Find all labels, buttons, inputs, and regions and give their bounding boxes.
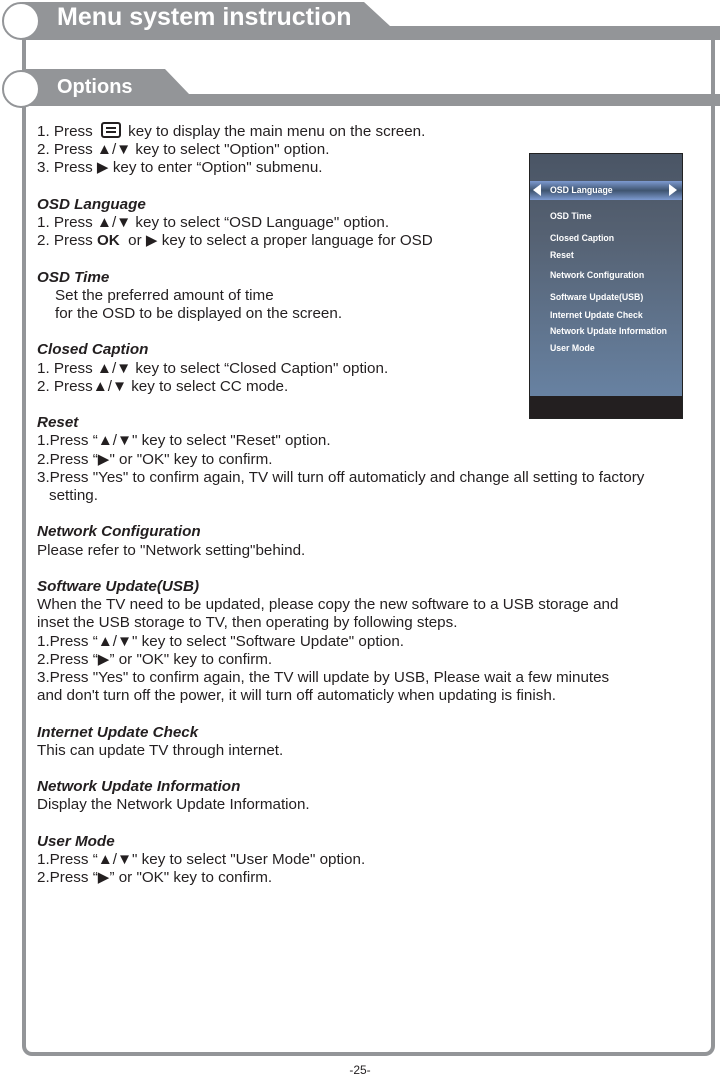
internet-update-check-text: This can update TV through internet. [37,741,284,759]
heading-internet-update-check: Internet Update Check [37,723,199,741]
reset-step-1: 1.Press “▲/▼" key to select "Reset" opti… [37,432,331,450]
left-arrow-icon [533,184,541,196]
reset-step-3: 3.Press "Yes" to confirm again, TV will … [37,468,645,486]
header-bullet-circle [2,2,40,40]
software-update-step-1: 1.Press “▲/▼" key to select "Software Up… [37,632,405,650]
network-configuration-text: Please refer to "Network setting"behind. [37,541,306,559]
menu-key-icon [100,122,121,138]
user-mode-step-2: 2.Press “▶” or "OK" key to confirm. [37,869,273,887]
ok-key-label: OK [96,232,120,250]
reset-step-2: 2.Press “▶" or "OK" key to confirm. [37,450,273,468]
connector-line [22,36,26,72]
heading-user-mode: User Mode [37,832,115,850]
osd-menu-item-osd-language[interactable]: OSD Language [550,185,613,196]
intro-step-1: 1. Press key to display the main menu on… [37,122,426,140]
osd-options-menu: OSD Language OSD Time Closed Caption Res… [529,153,683,419]
osd-menu-item-reset[interactable]: Reset [550,250,574,261]
page-number: -25- [349,1063,371,1077]
osd-menu-item-closed-caption[interactable]: Closed Caption [550,233,614,244]
software-update-line-2: inset the USB storage to TV, then operat… [37,614,458,632]
osd-menu-item-internet-update-check[interactable]: Internet Update Check [550,310,643,321]
osd-menu-item-software-update[interactable]: Software Update(USB) [550,292,643,303]
osd-menu-item-network-configuration[interactable]: Network Configuration [550,270,644,281]
software-update-line-1: When the TV need to be updated, please c… [37,596,619,614]
heading-network-update-information: Network Update Information [37,778,241,796]
software-update-step-3-cont: and don't turn off the power, it will tu… [37,687,557,705]
network-update-information-text: Display the Network Update Information. [37,796,310,814]
osd-menu-item-user-mode[interactable]: User Mode [550,343,595,354]
osd-menu-footer-bar [530,396,682,418]
heading-software-update: Software Update(USB) [37,577,200,595]
section-title: Options [57,76,133,98]
section-bullet-circle [2,70,40,108]
osd-menu-item-osd-time[interactable]: OSD Time [550,211,592,222]
heading-network-configuration: Network Configuration [37,523,201,541]
software-update-step-2: 2.Press “▶” or "OK" key to confirm. [37,650,273,668]
software-update-step-3: 3.Press "Yes" to confirm again, the TV w… [37,669,610,686]
page-title: Menu system instruction [57,3,352,31]
osd-menu-item-network-update-information[interactable]: Network Update Information [550,326,667,337]
right-arrow-icon [669,184,677,196]
user-mode-step-1: 1.Press “▲/▼" key to select "User Mode" … [37,850,366,868]
reset-step-3-cont: setting. [49,487,98,504]
